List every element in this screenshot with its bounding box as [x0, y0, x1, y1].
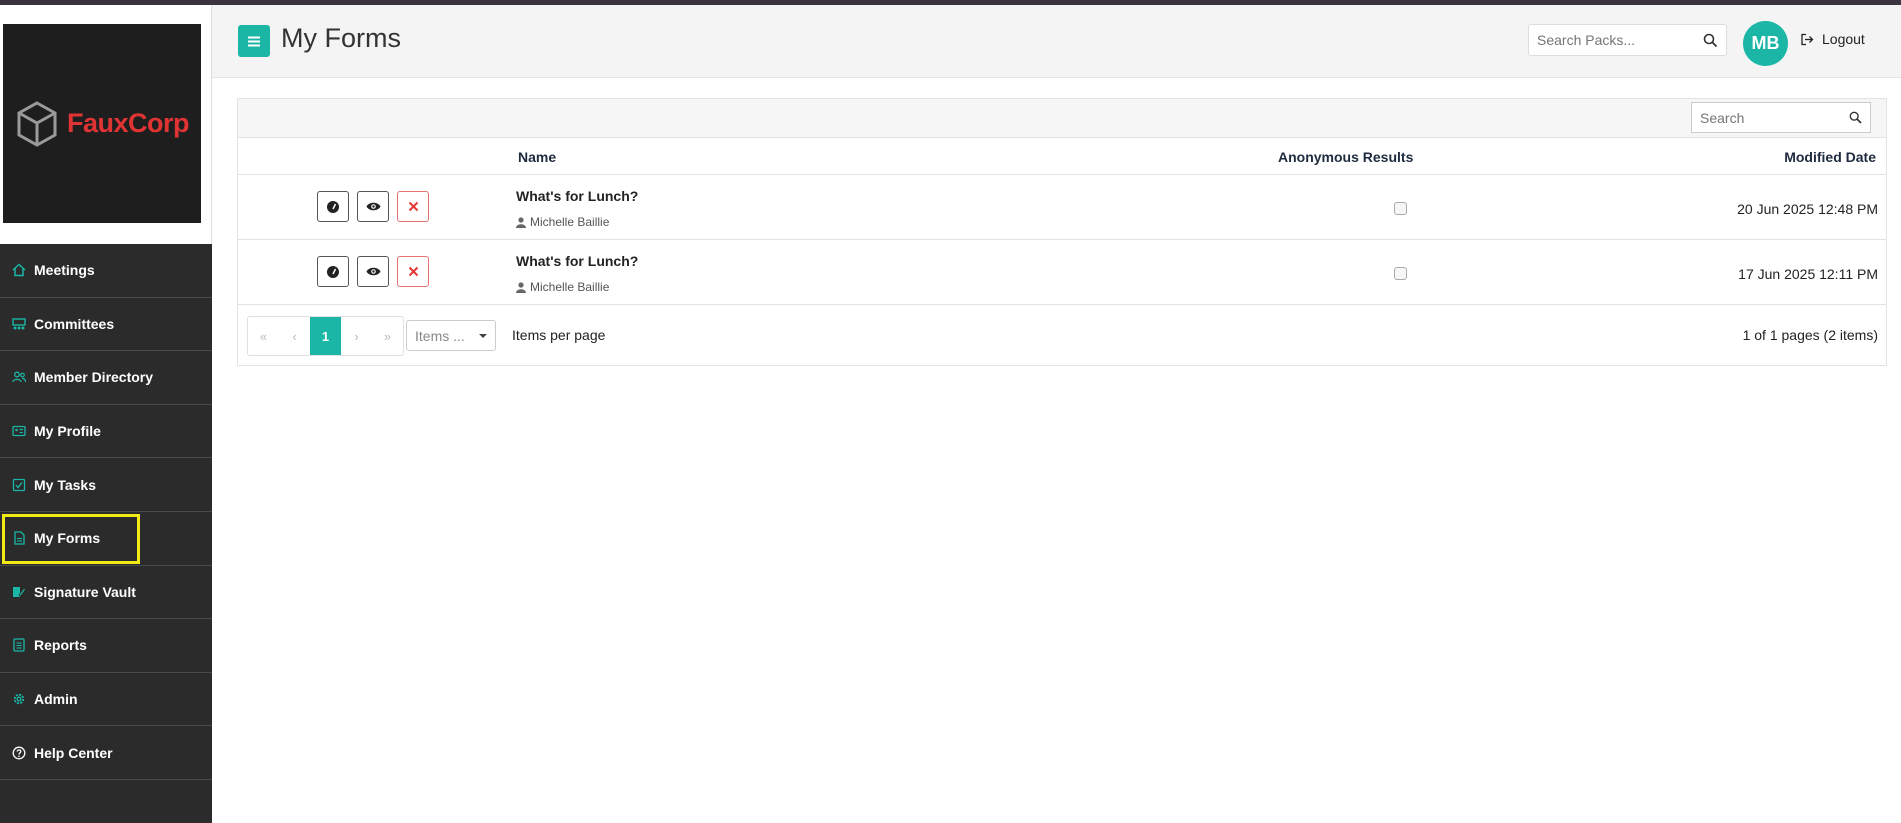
cube-logo-icon	[17, 100, 57, 147]
delete-button[interactable]	[397, 191, 429, 222]
user-icon	[516, 281, 526, 293]
modified-date: 17 Jun 2025 12:11 PM	[1738, 266, 1878, 282]
page-title: My Forms	[281, 23, 401, 53]
check-square-icon	[12, 478, 26, 492]
table-row: What's for Lunch? Michelle Baillie 17 Ju…	[238, 240, 1886, 305]
anonymous-results-checkbox[interactable]	[1394, 202, 1407, 215]
delete-button[interactable]	[397, 256, 429, 287]
sidebar-item-label: Signature Vault	[34, 583, 136, 600]
sidebar-item-meetings[interactable]: Meetings	[0, 244, 212, 298]
modified-date: 20 Jun 2025 12:48 PM	[1737, 201, 1878, 217]
menu-toggle-button[interactable]	[238, 25, 270, 57]
author-name: Michelle Baillie	[530, 215, 610, 229]
users-icon	[12, 370, 26, 384]
sidebar-item-label: Member Directory	[34, 369, 154, 386]
search-icon[interactable]	[1703, 33, 1718, 48]
forms-grid: Name Anonymous Results Modified Date Wha…	[237, 98, 1887, 366]
items-per-page-select[interactable]: Items ...	[406, 320, 496, 351]
logo-area: FauxCorp	[0, 5, 212, 244]
sidebar-item-signature-vault[interactable]: Signature Vault	[0, 566, 212, 620]
close-icon	[408, 266, 418, 277]
logo-text: FauxCorp	[66, 108, 190, 138]
pager: « ‹ 1 › » Items ... Items per page 1 of …	[238, 305, 1886, 365]
gauge-icon	[327, 200, 339, 213]
sidebar-item-label: Meetings	[34, 262, 95, 279]
avatar[interactable]: MB	[1743, 21, 1788, 66]
id-card-icon	[12, 424, 26, 438]
sidebar-item-label: Reports	[34, 637, 87, 654]
table-row: What's for Lunch? Michelle Baillie 20 Ju…	[238, 175, 1886, 240]
pagination: « ‹ 1 › »	[247, 316, 404, 356]
form-name-link[interactable]: What's for Lunch?	[516, 253, 638, 269]
gauge-icon	[327, 265, 339, 278]
hamburger-icon	[248, 36, 260, 46]
eye-icon	[366, 202, 380, 211]
file-icon	[12, 531, 26, 545]
prev-page-button[interactable]: ‹	[279, 317, 310, 355]
page-number-button[interactable]: 1	[310, 317, 341, 355]
sidebar: FauxCorp Meetings Committees Member Dire…	[0, 5, 212, 823]
logout-label: Logout	[1822, 31, 1865, 47]
eye-icon	[366, 267, 380, 276]
close-icon	[408, 201, 418, 212]
column-header-modified-date[interactable]: Modified Date	[1784, 149, 1876, 165]
sidebar-item-label: My Profile	[34, 423, 101, 440]
logout-button[interactable]: Logout	[1800, 31, 1865, 47]
items-per-page-label: Items per page	[512, 327, 606, 343]
form-name-link[interactable]: What's for Lunch?	[516, 188, 638, 204]
sidebar-item-reports[interactable]: Reports	[0, 619, 212, 673]
sidebar-item-admin[interactable]: Admin	[0, 673, 212, 727]
column-header-name[interactable]: Name	[518, 149, 556, 165]
logout-icon	[1801, 33, 1814, 45]
sidebar-item-label: Committees	[34, 315, 115, 332]
chevron-down-icon	[479, 334, 487, 338]
sidebar-item-label: My Forms	[34, 530, 101, 547]
sidebar-item-label: Admin	[34, 691, 78, 708]
logo[interactable]: FauxCorp	[3, 24, 201, 223]
gear-icon	[12, 692, 26, 706]
grid-search-input[interactable]	[1692, 103, 1837, 132]
report-icon	[12, 638, 26, 653]
signature-icon	[12, 585, 26, 599]
header: My Forms MB Logout	[212, 5, 1901, 78]
home-icon	[12, 263, 26, 277]
dashboard-button[interactable]	[317, 191, 349, 222]
search-packs	[1528, 24, 1727, 56]
sidebar-item-my-profile[interactable]: My Profile	[0, 405, 212, 459]
grid-search	[1691, 102, 1871, 133]
items-per-page-value: Items ...	[415, 327, 465, 344]
column-header-anonymous-results[interactable]: Anonymous Results	[1278, 149, 1413, 165]
sidebar-item-member-directory[interactable]: Member Directory	[0, 351, 212, 405]
search-packs-input[interactable]	[1529, 25, 1694, 55]
dashboard-button[interactable]	[317, 256, 349, 287]
sidebar-item-help-center[interactable]: Help Center	[0, 726, 212, 780]
view-button[interactable]	[357, 256, 389, 287]
last-page-button[interactable]: »	[372, 317, 403, 355]
form-author: Michelle Baillie	[516, 280, 609, 294]
author-name: Michelle Baillie	[530, 280, 610, 294]
help-circle-icon	[12, 746, 26, 760]
search-icon[interactable]	[1849, 111, 1862, 124]
sidebar-item-label: Help Center	[34, 744, 113, 761]
pager-info: 1 of 1 pages (2 items)	[1742, 327, 1878, 343]
sidebar-item-my-forms[interactable]: My Forms	[0, 512, 212, 566]
sidebar-item-committees[interactable]: Committees	[0, 298, 212, 352]
table-header: Name Anonymous Results Modified Date	[238, 138, 1886, 175]
sidebar-item-my-tasks[interactable]: My Tasks	[0, 458, 212, 512]
user-icon	[516, 216, 526, 228]
form-author: Michelle Baillie	[516, 215, 609, 229]
sidebar-item-label: My Tasks	[34, 476, 96, 493]
view-button[interactable]	[357, 191, 389, 222]
grid-toolbar	[238, 99, 1886, 138]
next-page-button[interactable]: ›	[341, 317, 372, 355]
first-page-button[interactable]: «	[248, 317, 279, 355]
sidebar-nav: Meetings Committees Member Directory My …	[0, 244, 212, 780]
committee-icon	[12, 317, 26, 331]
anonymous-results-checkbox[interactable]	[1394, 267, 1407, 280]
